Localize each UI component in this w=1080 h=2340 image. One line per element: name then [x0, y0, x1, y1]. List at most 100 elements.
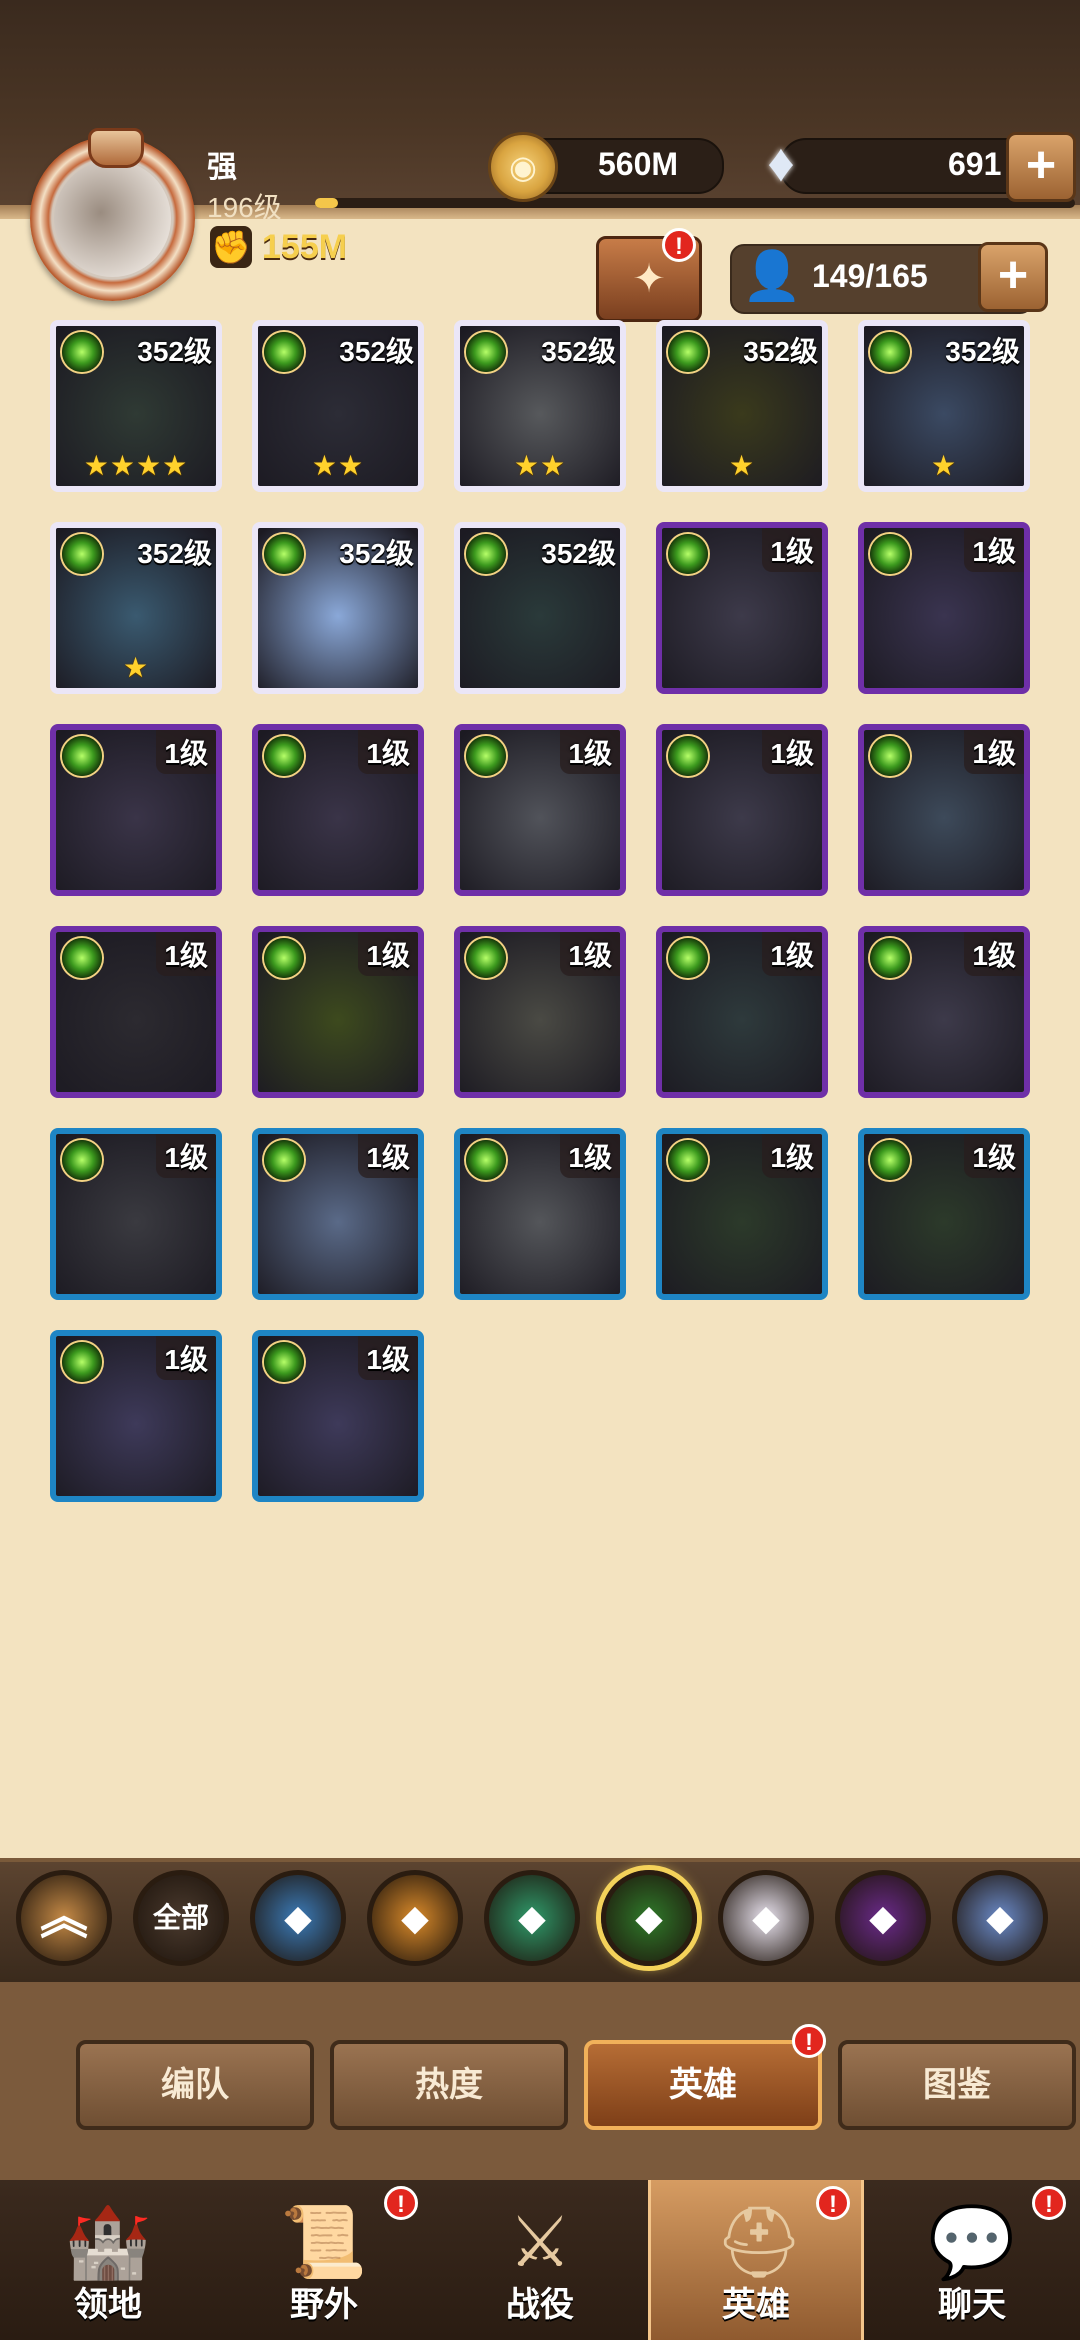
- hero-card[interactable]: 352级 ★: [656, 320, 828, 492]
- hero-stars: ★: [122, 652, 150, 683]
- subtab-1[interactable]: 热度: [330, 2040, 568, 2130]
- hero-card[interactable]: 1级: [454, 926, 626, 1098]
- hero-card[interactable]: 1级: [858, 724, 1030, 896]
- add-slots-button[interactable]: +: [978, 242, 1048, 312]
- hero-level: 1级: [762, 932, 822, 976]
- nav-alert-badge: !: [384, 2186, 418, 2220]
- graveborn-faction-icon: [264, 534, 304, 574]
- fist-power-icon: ✊: [210, 226, 252, 268]
- crystal-alert-badge: !: [662, 228, 696, 262]
- hero-card[interactable]: 1级: [50, 1128, 222, 1300]
- nav-alert-badge: !: [816, 2186, 850, 2220]
- exp-bar-track: [315, 198, 1075, 208]
- hero-card[interactable]: 1级: [454, 724, 626, 896]
- graveborn-faction-icon: [668, 332, 708, 372]
- graveborn-faction-icon: [62, 736, 102, 776]
- hero-card[interactable]: 352级 ★★: [454, 320, 626, 492]
- graveborn-icon[interactable]: ◆: [601, 1870, 697, 1966]
- hero-card[interactable]: 352级 ★: [858, 320, 1030, 492]
- exp-bar-fill: [315, 198, 338, 208]
- wilder-icon[interactable]: ◆: [484, 1870, 580, 1966]
- graveborn-faction-icon: [668, 1140, 708, 1180]
- gold-amount: 560M: [598, 146, 679, 182]
- hero-card[interactable]: 1级: [656, 724, 828, 896]
- celestial-icon[interactable]: ◆: [718, 1870, 814, 1966]
- graveborn-faction-icon: [466, 332, 506, 372]
- hero-card[interactable]: 1级: [252, 926, 424, 1098]
- hero-level: 1级: [964, 528, 1024, 572]
- filter-all-button[interactable]: 全部: [133, 1870, 229, 1966]
- hero-level: 1级: [964, 932, 1024, 976]
- hero-card[interactable]: 1级: [252, 1330, 424, 1502]
- hero-level: 352级: [339, 538, 414, 569]
- hero-card[interactable]: 352级: [454, 522, 626, 694]
- graveborn-faction-icon: [870, 938, 910, 978]
- hero-level: 352级: [137, 336, 212, 367]
- graveborn-faction-icon: [870, 736, 910, 776]
- hero-stars: ★★★★: [83, 450, 189, 481]
- hero-card[interactable]: 1级: [50, 724, 222, 896]
- hypogean-icon[interactable]: ◆: [835, 1870, 931, 1966]
- subtab-0[interactable]: 编队: [76, 2040, 314, 2130]
- hero-card[interactable]: 1级: [656, 926, 828, 1098]
- graveborn-faction-icon: [62, 332, 102, 372]
- subtab-alert-badge: !: [792, 2024, 826, 2058]
- hero-card[interactable]: 352级 ★★: [252, 320, 424, 492]
- hero-level: 352级: [339, 336, 414, 367]
- nav-item-0[interactable]: 🏰 领地: [0, 2180, 216, 2340]
- hero-level: 1级: [964, 1134, 1024, 1178]
- graveborn-faction-icon: [264, 332, 304, 372]
- add-diamonds-button[interactable]: +: [1006, 132, 1076, 202]
- person-icon: 👤: [742, 250, 802, 303]
- hero-level: 1级: [762, 730, 822, 774]
- hero-card[interactable]: 352级: [252, 522, 424, 694]
- graveborn-faction-icon: [466, 938, 506, 978]
- nav-label: 战役: [506, 2286, 574, 2324]
- hero-level: 1级: [156, 1336, 216, 1380]
- graveborn-faction-icon: [62, 1342, 102, 1382]
- hero-level: 1级: [156, 932, 216, 976]
- hero-level: 352级: [137, 538, 212, 569]
- graveborn-faction-icon: [264, 1140, 304, 1180]
- chevron-up-icon[interactable]: ︽: [16, 1870, 112, 1966]
- hero-card[interactable]: 352级 ★: [50, 522, 222, 694]
- graveborn-faction-icon: [668, 938, 708, 978]
- hero-level: 352级: [541, 336, 616, 367]
- hero-level: 1级: [156, 1134, 216, 1178]
- hero-card[interactable]: 1级: [252, 724, 424, 896]
- hero-card[interactable]: 1级: [454, 1128, 626, 1300]
- graveborn-faction-icon: [62, 534, 102, 574]
- player-avatar[interactable]: [54, 160, 171, 277]
- subtab-3[interactable]: 图鉴: [838, 2040, 1076, 2130]
- hero-level: 352级: [945, 336, 1020, 367]
- hero-card[interactable]: 1级: [50, 1330, 222, 1502]
- lightbearer-icon[interactable]: ◆: [250, 1870, 346, 1966]
- graveborn-faction-icon: [870, 534, 910, 574]
- graveborn-faction-icon: [264, 938, 304, 978]
- graveborn-faction-icon: [264, 736, 304, 776]
- mauler-icon[interactable]: ◆: [367, 1870, 463, 1966]
- diamond-amount: 691: [948, 146, 1002, 182]
- hero-card[interactable]: 1级: [858, 522, 1030, 694]
- hero-level: 1级: [762, 1134, 822, 1178]
- hero-level: 1级: [964, 730, 1024, 774]
- hero-card[interactable]: 1级: [50, 926, 222, 1098]
- combat-power: 155M: [262, 228, 348, 266]
- gold-coin-icon: ◉: [488, 132, 558, 202]
- hero-slots-count: 149/165: [812, 258, 928, 294]
- avatar-crest-icon: [88, 128, 144, 168]
- nav-alert-badge: !: [1032, 2186, 1066, 2220]
- hero-card[interactable]: 352级 ★★★★: [50, 320, 222, 492]
- graveborn-faction-icon: [62, 1140, 102, 1180]
- nav-item-2[interactable]: ⚔ 战役: [432, 2180, 648, 2340]
- hero-card[interactable]: 1级: [858, 1128, 1030, 1300]
- hero-card[interactable]: 1级: [858, 926, 1030, 1098]
- player-name: 强: [207, 151, 237, 184]
- hero-card[interactable]: 1级: [656, 522, 828, 694]
- hero-card[interactable]: 1级: [656, 1128, 828, 1300]
- subtab-2[interactable]: 英雄: [584, 2040, 822, 2130]
- nav-label: 领地: [74, 2286, 142, 2324]
- hero-card[interactable]: 1级: [252, 1128, 424, 1300]
- dimensional-icon[interactable]: ◆: [952, 1870, 1048, 1966]
- nav-label: 野外: [290, 2286, 358, 2324]
